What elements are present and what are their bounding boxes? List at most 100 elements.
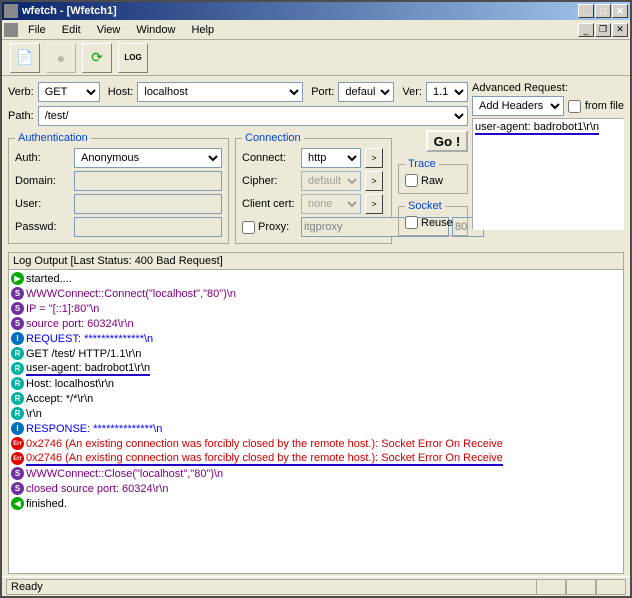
s-badge-icon (11, 287, 24, 300)
connect-label: Connect: (242, 152, 297, 164)
log-text: 0x2746 (An existing connection was forci… (26, 452, 503, 466)
auth-group: Authentication Auth: Anonymous Domain: U… (8, 132, 229, 244)
verb-label: Verb: (8, 86, 34, 98)
log-text: WWWConnect::Close("localhost","80")\n (26, 468, 223, 480)
mdi-close-button[interactable]: ✕ (612, 23, 628, 37)
log-text: started.... (26, 273, 72, 285)
err-badge-icon (11, 452, 24, 465)
user-label: User: (15, 198, 70, 210)
adv-label: Advanced Request: (472, 82, 624, 94)
port-label: Port: (311, 86, 334, 98)
auth-select[interactable]: Anonymous (74, 148, 222, 168)
log-text: GET /test/ HTTP/1.1\r\n (26, 348, 141, 360)
refresh-icon: ⟳ (91, 49, 103, 66)
conn-legend: Connection (242, 132, 304, 144)
log-line: WWWConnect::Close("localhost","80")\n (11, 466, 621, 481)
log-text: 0x2746 (An existing connection was forci… (26, 438, 503, 450)
statusbar: Ready (2, 576, 630, 596)
new-button[interactable]: 📄 (10, 43, 40, 73)
auth-legend: Authentication (15, 132, 91, 144)
clientcert-label: Client cert: (242, 198, 297, 210)
path-label: Path: (8, 110, 34, 122)
log-output[interactable]: started....WWWConnect::Connect("localhos… (9, 270, 623, 573)
log-panel: Log Output [Last Status: 400 Bad Request… (8, 252, 624, 574)
reuse-checkbox[interactable] (405, 216, 418, 229)
s-badge-icon (11, 302, 24, 315)
menu-help[interactable]: Help (183, 22, 222, 38)
host-select[interactable]: localhost (137, 82, 303, 102)
log-line: user-agent: badrobot1\r\n (11, 361, 621, 376)
status-cell-2 (566, 579, 596, 595)
status-cell-3 (596, 579, 626, 595)
maximize-button[interactable]: □ (595, 4, 611, 18)
log-text: \r\n (26, 408, 42, 420)
trace-group: Trace Raw (398, 158, 468, 194)
domain-label: Domain: (15, 175, 70, 187)
auth-label: Auth: (15, 152, 70, 164)
go-button[interactable]: Go ! (426, 130, 468, 152)
s-badge-icon (11, 482, 24, 495)
log-line: started.... (11, 271, 621, 286)
s-badge-icon (11, 467, 24, 480)
ver-select[interactable]: 1.1 (426, 82, 468, 102)
menu-window[interactable]: Window (128, 22, 183, 38)
log-text: finished. (26, 498, 67, 510)
raw-checkbox[interactable] (405, 174, 418, 187)
adv-textarea[interactable]: user-agent: badrobot1\r\n (472, 118, 624, 230)
s-badge-icon (11, 317, 24, 330)
menu-edit[interactable]: Edit (54, 22, 89, 38)
user-input[interactable] (74, 194, 222, 214)
log-text: user-agent: badrobot1\r\n (26, 362, 150, 376)
refresh-button[interactable]: ⟳ (82, 43, 112, 73)
log-text: closed source port: 60324\r\n (26, 483, 168, 495)
connect-more-button[interactable]: > (365, 148, 383, 168)
proxy-checkbox[interactable] (242, 221, 255, 234)
log-icon: LOG (124, 53, 141, 62)
log-line: WWWConnect::Connect("localhost","80")\n (11, 286, 621, 301)
fromfile-checkbox[interactable] (568, 100, 581, 113)
log-line: closed source port: 60324\r\n (11, 481, 621, 496)
menu-view[interactable]: View (89, 22, 129, 38)
close-button[interactable]: ✕ (612, 4, 628, 18)
cipher-select: default (301, 171, 361, 191)
mdi-restore-button[interactable]: ❐ (595, 23, 611, 37)
cipher-more-button[interactable]: > (365, 171, 383, 191)
stop-button[interactable]: ● (46, 43, 76, 73)
clientcert-more-button[interactable]: > (365, 194, 383, 214)
r-badge-icon (11, 407, 24, 420)
toolbar: 📄 ● ⟳ LOG (2, 40, 630, 76)
mdi-minimize-button[interactable]: _ (578, 23, 594, 37)
log-line: \r\n (11, 406, 621, 421)
host-label: Host: (108, 86, 134, 98)
doc-icon[interactable] (4, 23, 18, 37)
port-select[interactable]: default (338, 82, 394, 102)
err-badge-icon (11, 437, 24, 450)
conn-group: Connection Connect: http > Cipher: defau… (235, 132, 392, 244)
verb-select[interactable]: GET (38, 82, 100, 102)
r-badge-icon (11, 392, 24, 405)
domain-input[interactable] (74, 171, 222, 191)
minimize-button[interactable]: _ (578, 4, 594, 18)
r-badge-icon (11, 362, 24, 375)
i-badge-icon (11, 422, 24, 435)
log-text: RESPONSE: **************\n (26, 423, 162, 435)
connect-select[interactable]: http (301, 148, 361, 168)
path-select[interactable]: /test/ (38, 106, 468, 126)
trace-legend: Trace (405, 158, 439, 170)
log-button[interactable]: LOG (118, 43, 148, 73)
log-text: WWWConnect::Connect("localhost","80")\n (26, 288, 236, 300)
log-line: source port: 60324\r\n (11, 316, 621, 331)
clientcert-select: none (301, 194, 361, 214)
app-icon (4, 4, 18, 18)
log-line: RESPONSE: **************\n (11, 421, 621, 436)
passwd-input[interactable] (74, 217, 222, 237)
adv-select[interactable]: Add Headers (472, 96, 564, 116)
arrow-badge-icon (11, 272, 24, 285)
log-header: Log Output [Last Status: 400 Bad Request… (9, 253, 623, 270)
cipher-label: Cipher: (242, 175, 297, 187)
app-window: wfetch - [Wfetch1] _ □ ✕ File Edit View … (0, 0, 632, 598)
arrowL-badge-icon (11, 497, 24, 510)
document-icon: 📄 (16, 49, 33, 66)
menu-file[interactable]: File (20, 22, 54, 38)
log-text: source port: 60324\r\n (26, 318, 134, 330)
